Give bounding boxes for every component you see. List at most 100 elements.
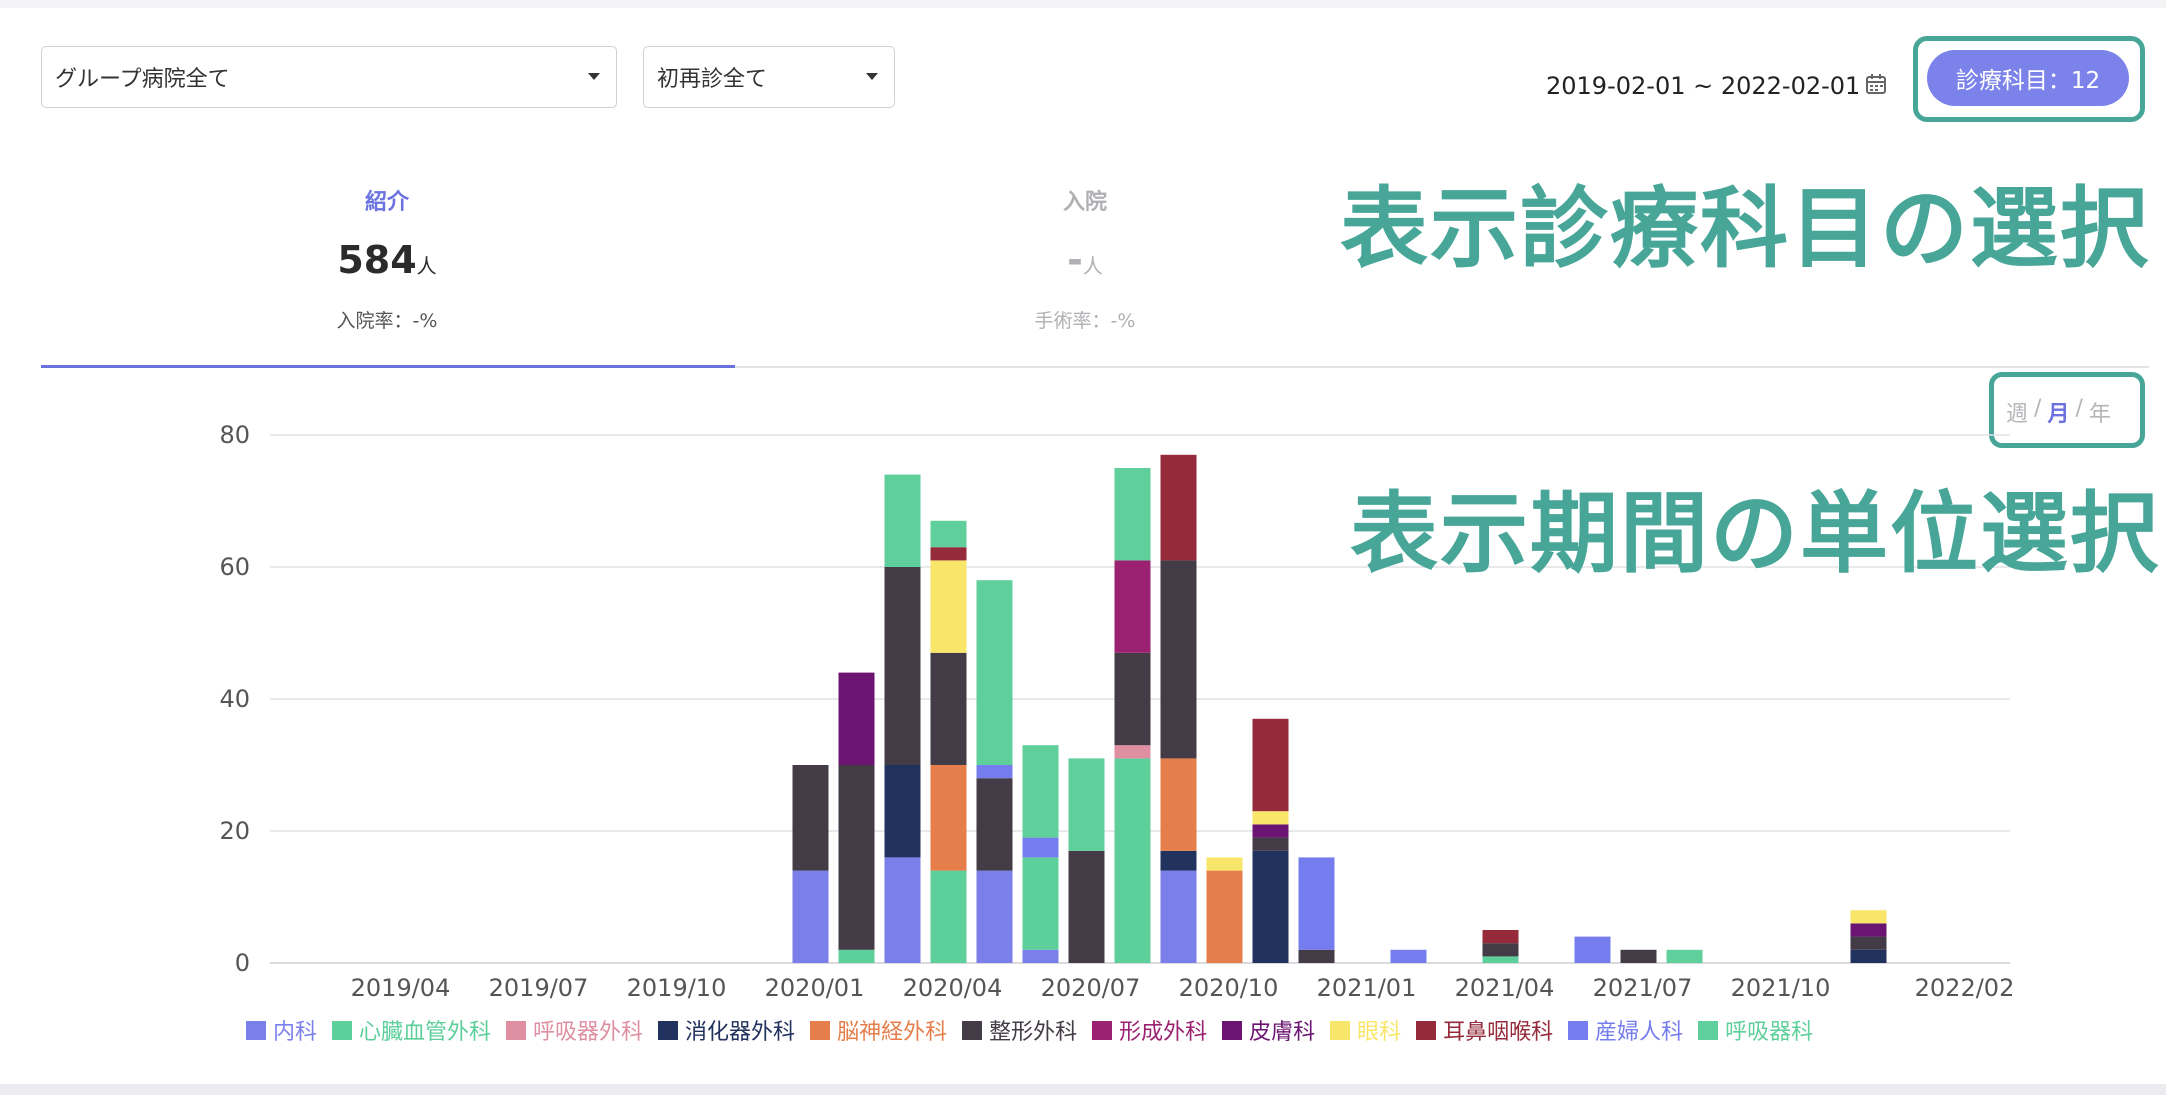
y-tick-label: 40 — [219, 685, 250, 713]
legend-swatch — [658, 1020, 679, 1040]
bar-segment — [1666, 949, 1703, 963]
legend-label: 呼吸器外科 — [533, 1020, 644, 1045]
bar-segment — [1068, 758, 1105, 851]
bar-segment — [1252, 837, 1289, 851]
bar-segment — [976, 765, 1013, 779]
bar-segment — [1022, 949, 1059, 963]
legend-label: 内科 — [273, 1020, 318, 1045]
x-tick-label: 2020/10 — [1179, 974, 1279, 1002]
bar-segment — [838, 765, 875, 950]
bar-segment — [1482, 930, 1519, 944]
legend-swatch — [246, 1020, 266, 1040]
legend-item[interactable]: 眼科 — [1330, 1014, 1401, 1046]
legend-label: 形成外科 — [1119, 1020, 1208, 1045]
bar-segment — [1160, 850, 1197, 871]
bar-segment — [930, 560, 967, 653]
bar-segment — [884, 567, 921, 765]
y-tick-label: 20 — [219, 817, 250, 845]
legend-item[interactable]: 呼吸器外科 — [506, 1014, 643, 1046]
bar-segment — [1574, 936, 1611, 963]
bar-segment — [1206, 857, 1243, 871]
bar-segment — [1160, 454, 1197, 561]
bar-segment — [884, 857, 921, 963]
bar-segment — [884, 765, 921, 858]
x-tick-label: 2020/04 — [903, 974, 1003, 1002]
legend-swatch — [332, 1020, 353, 1040]
bar-segment — [976, 778, 1013, 871]
bar-segment — [1620, 949, 1657, 963]
bar-segment — [1160, 870, 1197, 963]
bar-segment — [1114, 758, 1151, 963]
legend-swatch — [506, 1020, 527, 1040]
legend-item[interactable]: 形成外科 — [1092, 1014, 1207, 1046]
bar-segment — [1252, 824, 1289, 838]
bar-segment — [1390, 949, 1427, 963]
legend-swatch — [1222, 1020, 1243, 1040]
legend-swatch — [1092, 1020, 1113, 1040]
bar-segment — [1160, 560, 1197, 759]
x-tick-label: 2021/04 — [1455, 974, 1555, 1002]
legend-label: 呼吸器科 — [1725, 1020, 1814, 1045]
bar-segment — [930, 652, 967, 765]
bar-segment — [792, 765, 829, 871]
x-tick-label: 2019/10 — [627, 974, 727, 1002]
x-tick-label: 2020/01 — [765, 974, 865, 1002]
page-footer-band — [0, 1084, 2166, 1095]
annotation-period-select: 表示期間の単位選択 — [1350, 482, 2161, 585]
bar-segment — [976, 580, 1013, 765]
legend-swatch — [962, 1020, 983, 1040]
dashboard: グループ病院全て 初再診全て 2019-02-01 ~ 2022-02-01 診… — [0, 8, 2166, 1084]
bar-segment — [1850, 923, 1887, 937]
bar-segment — [1206, 870, 1243, 963]
bar-segment — [1022, 745, 1059, 838]
y-tick-label: 80 — [219, 421, 250, 449]
bar-segment — [884, 474, 921, 567]
bar-segment — [1114, 468, 1151, 561]
x-tick-label: 2020/07 — [1041, 974, 1141, 1002]
legend-label: 産婦人科 — [1595, 1020, 1684, 1045]
legend-label: 耳鼻咽喉科 — [1443, 1020, 1554, 1045]
bar-segment — [1114, 560, 1151, 653]
legend-item[interactable]: 内科 — [246, 1014, 317, 1046]
bar-segment — [930, 765, 967, 871]
y-tick-label: 0 — [235, 949, 250, 977]
bar-segment — [1022, 837, 1059, 858]
legend-item[interactable]: 耳鼻咽喉科 — [1416, 1014, 1553, 1046]
bar-segment — [1850, 936, 1887, 950]
legend-item[interactable]: 呼吸器科 — [1698, 1014, 1813, 1046]
x-tick-label: 2022/02 — [1915, 974, 2015, 1002]
bar-segment — [1482, 943, 1519, 957]
bar-segment — [930, 870, 967, 963]
x-tick-label: 2019/07 — [489, 974, 589, 1002]
bar-segment — [1114, 745, 1151, 759]
legend-swatch — [1416, 1020, 1437, 1040]
bar-segment — [930, 547, 967, 561]
bar-segment — [1298, 857, 1335, 950]
legend-item[interactable]: 消化器外科 — [658, 1014, 795, 1046]
legend-item[interactable]: 脳神経外科 — [810, 1014, 947, 1046]
legend-swatch — [1698, 1020, 1719, 1040]
legend-item[interactable]: 産婦人科 — [1568, 1014, 1683, 1046]
legend-label: 眼科 — [1357, 1020, 1402, 1045]
bar-segment — [1252, 718, 1289, 812]
x-tick-label: 2021/10 — [1731, 974, 1831, 1002]
legend-item[interactable]: 心臓血管外科 — [332, 1014, 491, 1046]
chart-legend: 内科 心臓血管外科 呼吸器外科 消化器外科 脳神経外科 整形外科 形成外科 皮膚科 眼科 耳鼻咽喉… — [246, 1014, 1828, 1046]
bar-segment — [838, 949, 875, 963]
bar-segment — [792, 870, 829, 963]
bar-segment — [1850, 949, 1887, 963]
legend-swatch — [1568, 1020, 1589, 1040]
bar-segment — [1298, 949, 1335, 963]
legend-swatch — [810, 1020, 831, 1040]
bar-segment — [1850, 910, 1887, 924]
legend-item[interactable]: 皮膚科 — [1222, 1014, 1315, 1046]
legend-label: 心臓血管外科 — [359, 1020, 492, 1045]
bar-segment — [838, 672, 875, 765]
legend-label: 整形外科 — [989, 1020, 1078, 1045]
bar-segment — [1482, 956, 1519, 963]
bar-segment — [1252, 850, 1289, 963]
legend-item[interactable]: 整形外科 — [962, 1014, 1077, 1046]
legend-label: 消化器外科 — [685, 1020, 796, 1045]
x-tick-label: 2021/07 — [1593, 974, 1693, 1002]
y-tick-label: 60 — [219, 553, 250, 581]
